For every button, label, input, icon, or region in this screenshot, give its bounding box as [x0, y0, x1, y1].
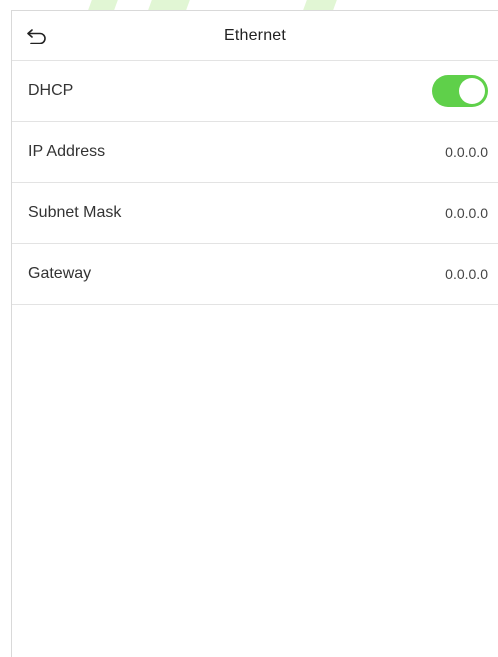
- page-title: Ethernet: [223, 26, 287, 44]
- ip-address-value: 0.0.0.0: [445, 144, 488, 160]
- header-bar: Ethernet: [12, 11, 498, 61]
- gateway-row[interactable]: Gateway 0.0.0.0: [12, 244, 498, 305]
- subnet-mask-label: Subnet Mask: [28, 204, 122, 221]
- ethernet-screen: Ethernet DHCP IP Address 0.0.0.0 Subnet …: [11, 10, 498, 657]
- back-arrow-icon: [27, 29, 46, 44]
- toggle-knob: [459, 78, 485, 104]
- dhcp-toggle[interactable]: [432, 75, 488, 107]
- subnet-mask-value: 0.0.0.0: [445, 205, 488, 221]
- ip-address-label: IP Address: [28, 143, 106, 160]
- gateway-value: 0.0.0.0: [445, 266, 488, 282]
- watermark-shape: [148, 0, 190, 10]
- watermark-shape: [88, 0, 118, 10]
- dhcp-label: DHCP: [28, 82, 74, 99]
- dhcp-row[interactable]: DHCP: [12, 61, 498, 122]
- back-button[interactable]: [24, 23, 50, 49]
- subnet-mask-row[interactable]: Subnet Mask 0.0.0.0: [12, 183, 498, 244]
- ip-address-row[interactable]: IP Address 0.0.0.0: [12, 122, 498, 183]
- watermark-shape: [303, 0, 337, 10]
- gateway-label: Gateway: [28, 265, 92, 282]
